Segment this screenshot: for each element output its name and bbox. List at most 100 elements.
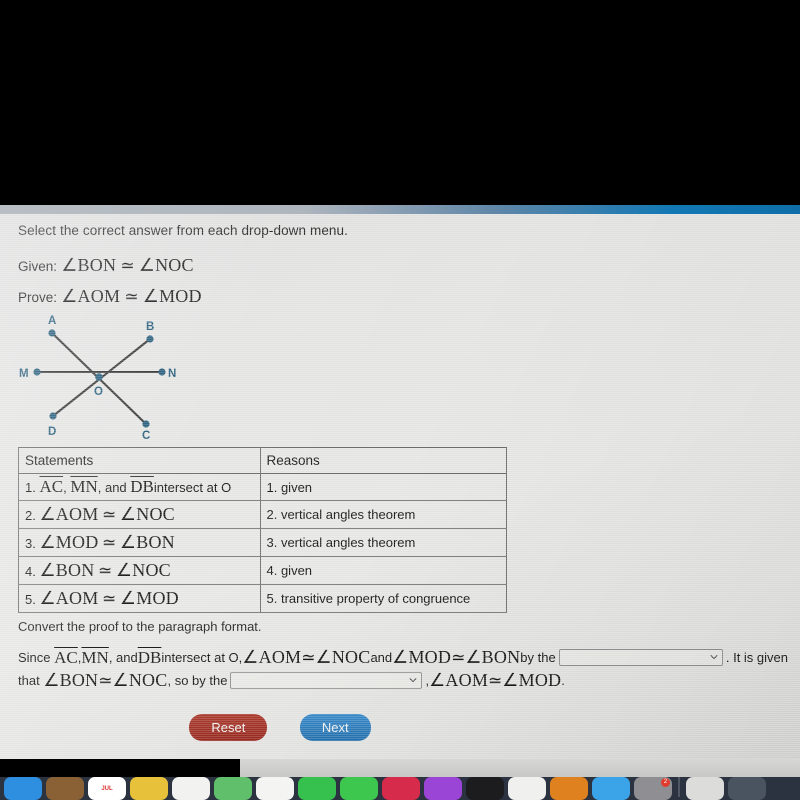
segment-AC: AC [39,477,64,496]
table-header-row: Statements Reasons [18,447,507,474]
label-B: B [146,321,154,333]
podcast2-icon[interactable] [424,777,462,800]
statement-2-number: 2. [25,508,36,523]
statement-1-number: 1. [25,480,40,495]
given-angle-2: ∠NOC [138,255,194,275]
para2-angle-AOM: ∠AOM [429,670,489,690]
point-C [142,420,150,428]
since-word: Since [18,650,51,665]
para-mid-text: intersect at O, [161,650,243,665]
para-segment-AC: AC [54,648,78,667]
laptop-bottom-bezel [0,759,240,779]
statement-4-angle-1: ∠BON [39,560,95,580]
paragraph-line-1: Since AC, MN, and DB intersect at O, ∠AOM… [18,646,788,669]
calendar-icon-label: JUL [101,785,113,792]
news-icon[interactable] [508,777,546,800]
black-letterbox-top [0,0,800,207]
reason-dropdown-1[interactable] [558,649,723,666]
chevron-down-icon [409,678,417,683]
point-A [48,329,56,337]
music-icon[interactable] [382,777,420,800]
para-angle-MOD: ∠MOD [392,647,452,667]
button-row: Reset Next [0,714,560,741]
label-N: N [168,368,176,380]
trash-icon[interactable] [728,777,766,800]
header-statements: Statements [18,447,261,474]
table-row: 4. ∠BON ≃ ∠NOC 4. given [18,556,507,585]
finder-icon[interactable] [686,777,724,800]
facetime-icon[interactable] [298,777,336,800]
para-segment-DB: DB [137,648,162,667]
that-word: that [18,673,40,688]
statement-3-angle-1: ∠MOD [39,532,99,552]
prove-statement: Prove: ∠AOM ≃ ∠MOD [18,286,202,307]
calendar-icon[interactable]: JUL [88,777,126,800]
prove-angle-1: ∠AOM [61,286,121,306]
instruction-text: Select the correct answer from each drop… [18,223,349,238]
tv-icon[interactable] [466,777,504,800]
mail-icon[interactable] [4,777,42,800]
macos-dock[interactable]: JUL 2 [0,777,800,800]
screenshot-root: Select the correct answer from each drop… [0,0,800,800]
proof-table: Statements Reasons 1. AC, MN, and DBinte… [18,447,507,613]
statement-5-symbol: ≃ [102,589,117,608]
label-D: D [48,426,56,438]
label-M: M [19,368,29,380]
para-symbol-2: ≃ [451,648,466,667]
reason-5: 5. transitive property of congruence [259,584,507,613]
para2-symbol-1: ≃ [98,671,113,690]
reason-3: 3. vertical angles theorem [259,528,507,557]
statement-2-symbol: ≃ [102,505,117,524]
podcasts-icon[interactable] [46,777,84,800]
statement-2-angle-2: ∠NOC [119,504,175,524]
messages-icon[interactable] [340,777,378,800]
para2-symbol-2: ≃ [488,671,503,690]
given-statement: Given: ∠BON ≃ ∠NOC [18,255,194,276]
statement-4-symbol: ≃ [98,561,113,580]
para-angle-BON: ∠BON [465,647,521,667]
para-by-the-1: by the [520,650,556,665]
photos-icon[interactable] [256,777,294,800]
point-B [146,335,154,343]
appstore-icon[interactable] [550,777,588,800]
diagram-svg: A B M N O D C [19,315,176,441]
para2-angle-MOD: ∠MOD [502,670,562,690]
next-button[interactable]: Next [299,714,371,741]
maps-icon[interactable] [214,777,252,800]
statement-3-symbol: ≃ [102,533,117,552]
para-and-1: , and [108,650,138,665]
twitter-icon[interactable] [592,777,630,800]
dock-separator [678,777,680,797]
laptop-screen-content: Select the correct answer from each drop… [0,214,800,759]
reason-dropdown-2[interactable] [230,672,423,689]
reset-button[interactable]: Reset [189,714,268,741]
statement-5-number: 5. [25,592,36,607]
statement-4-angle-2: ∠NOC [115,560,171,580]
statement-3-number: 3. [25,536,36,551]
statement-3-angle-2: ∠BON [119,532,175,552]
para-angle-NOC: ∠NOC [315,647,371,667]
para2-period: . [561,673,565,688]
para-after-dropdown-1: . It is given [725,650,788,665]
table-row: 5. ∠AOM ≃ ∠MOD 5. transitive property of… [18,584,507,613]
header-reasons: Reasons [259,447,507,474]
settings-icon[interactable]: 2 [634,777,672,800]
notes-icon[interactable] [130,777,168,800]
para2-angle-NOC: ∠NOC [112,670,168,690]
prove-congruent-symbol: ≃ [124,287,139,306]
reminders-icon[interactable] [172,777,210,800]
statement-5-angle-2: ∠MOD [119,588,179,608]
statement-5-angle-1: ∠AOM [39,588,99,608]
table-row: 3. ∠MOD ≃ ∠BON 3. vertical angles theore… [18,528,507,557]
para-symbol-1: ≃ [301,648,316,667]
statement-3: 3. ∠MOD ≃ ∠BON [18,528,261,557]
statement-5: 5. ∠AOM ≃ ∠MOD [18,584,261,613]
point-N [158,368,166,376]
segment-DB: DB [130,477,154,496]
table-row: 2. ∠AOM ≃ ∠NOC 2. vertical angles theore… [18,500,507,529]
statement-2-angle-1: ∠AOM [39,504,99,524]
chevron-down-icon [710,655,718,660]
label-A: A [48,315,56,327]
statement-4: 4. ∠BON ≃ ∠NOC [18,556,261,585]
para-and-2: and [370,650,393,665]
